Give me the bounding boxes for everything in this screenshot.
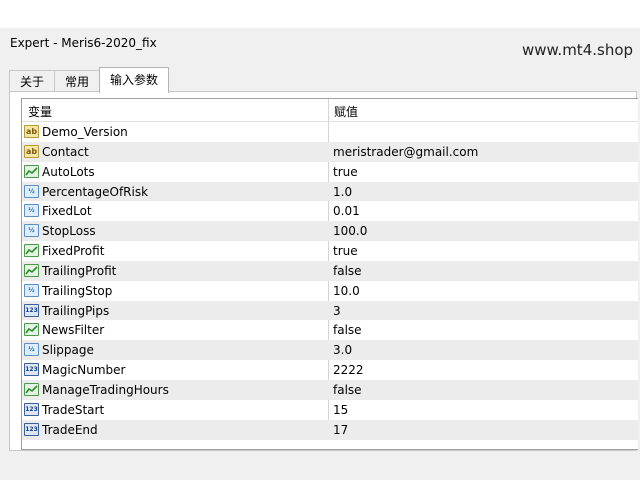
- table-row[interactable]: TrailingProfit false: [22, 260, 638, 281]
- int-icon: 123: [24, 422, 39, 436]
- table-row[interactable]: ½ FixedLot 0.01: [22, 201, 638, 221]
- variable-value[interactable]: 17: [333, 423, 348, 437]
- header-variable[interactable]: 变量: [28, 103, 52, 120]
- variable-name: PercentageOfRisk: [42, 184, 149, 199]
- variable-value[interactable]: 1.0: [333, 185, 352, 199]
- double-icon: ½: [24, 204, 39, 218]
- tab-common[interactable]: 常用: [54, 70, 101, 93]
- table-row[interactable]: ½ PercentageOfRisk 1.0: [22, 181, 638, 202]
- variable-name: NewsFilter: [42, 323, 105, 338]
- int-icon: 123: [24, 303, 39, 317]
- variable-value[interactable]: false: [333, 264, 362, 278]
- variable-value[interactable]: false: [333, 323, 362, 337]
- variable-name: Contact: [42, 144, 89, 159]
- tab-inputs[interactable]: 输入参数: [99, 67, 170, 93]
- variable-value[interactable]: 3: [333, 304, 341, 318]
- table-row[interactable]: FixedProfit true: [22, 241, 638, 261]
- window-title: Expert - Meris6-2020_fix: [10, 36, 157, 50]
- variable-name: Slippage: [42, 343, 94, 358]
- bool-icon: [24, 263, 39, 277]
- variable-value[interactable]: 100.0: [333, 224, 367, 238]
- table-row[interactable]: AutoLots true: [22, 162, 638, 182]
- bool-icon: [24, 244, 39, 258]
- table-row[interactable]: ManageTradingHours false: [22, 379, 638, 400]
- variable-value[interactable]: 10.0: [333, 284, 360, 298]
- variable-name: Demo_Version: [42, 125, 128, 139]
- variable-value[interactable]: 2222: [333, 363, 364, 377]
- watermark-text: www.mt4.shop: [522, 41, 634, 59]
- bool-icon: [24, 382, 39, 396]
- grid-header: 变量 赋值: [22, 99, 638, 122]
- variable-name: StopLoss: [42, 224, 96, 239]
- grid-rows: ab Demo_Version ab Contact meristrader@gmail…: [22, 122, 638, 440]
- double-icon: ½: [24, 343, 39, 357]
- table-row[interactable]: ½ StopLoss 100.0: [22, 221, 638, 242]
- double-icon: ½: [24, 283, 39, 297]
- variable-name: FixedProfit: [42, 244, 105, 259]
- variable-value[interactable]: false: [333, 383, 362, 397]
- tab-about[interactable]: 关于: [9, 70, 56, 93]
- bool-icon: [24, 323, 39, 337]
- variable-value[interactable]: true: [333, 244, 358, 258]
- header-value[interactable]: 赋值: [334, 103, 358, 120]
- string-icon: ab: [24, 144, 39, 158]
- table-row[interactable]: NewsFilter false: [22, 320, 638, 340]
- table-row[interactable]: ½ Slippage 3.0: [22, 340, 638, 361]
- table-row[interactable]: 123 TrailingPips 3: [22, 300, 638, 321]
- table-row[interactable]: ½ TrailingStop 10.0: [22, 281, 638, 301]
- variable-value[interactable]: meristrader@gmail.com: [333, 145, 478, 159]
- string-icon: ab: [24, 125, 39, 138]
- parameters-grid: 变量 赋值 ab Demo_Version ab Contact meristrader…: [21, 98, 638, 450]
- variable-value[interactable]: true: [333, 165, 358, 179]
- table-row[interactable]: ab Contact meristrader@gmail.com: [22, 141, 638, 162]
- table-row[interactable]: 123 MagicNumber 2222: [22, 360, 638, 380]
- int-icon: 123: [24, 402, 39, 416]
- variable-value[interactable]: 3.0: [333, 343, 352, 357]
- double-icon: ½: [24, 184, 39, 198]
- variable-name: TrailingPips: [42, 303, 110, 318]
- variable-name: AutoLots: [42, 164, 95, 179]
- variable-name: TradeEnd: [42, 422, 98, 437]
- tab-bar: 关于 常用 输入参数: [9, 67, 170, 93]
- table-row[interactable]: 123 TradeStart 15: [22, 400, 638, 420]
- variable-name: MagicNumber: [42, 363, 126, 378]
- variable-name: ManageTradingHours: [42, 382, 169, 397]
- variable-name: TrailingStop: [42, 283, 113, 298]
- variable-value[interactable]: 15: [333, 403, 348, 417]
- double-icon: ½: [24, 224, 39, 238]
- top-band: [0, 0, 640, 28]
- variable-name: TradeStart: [42, 402, 105, 417]
- table-row[interactable]: ab Demo_Version: [22, 122, 638, 142]
- int-icon: 123: [24, 363, 39, 377]
- table-row[interactable]: 123 TradeEnd 17: [22, 419, 638, 440]
- bool-icon: [24, 164, 39, 178]
- variable-name: FixedLot: [42, 204, 92, 219]
- variable-name: TrailingProfit: [42, 263, 117, 278]
- variable-value[interactable]: 0.01: [333, 204, 360, 218]
